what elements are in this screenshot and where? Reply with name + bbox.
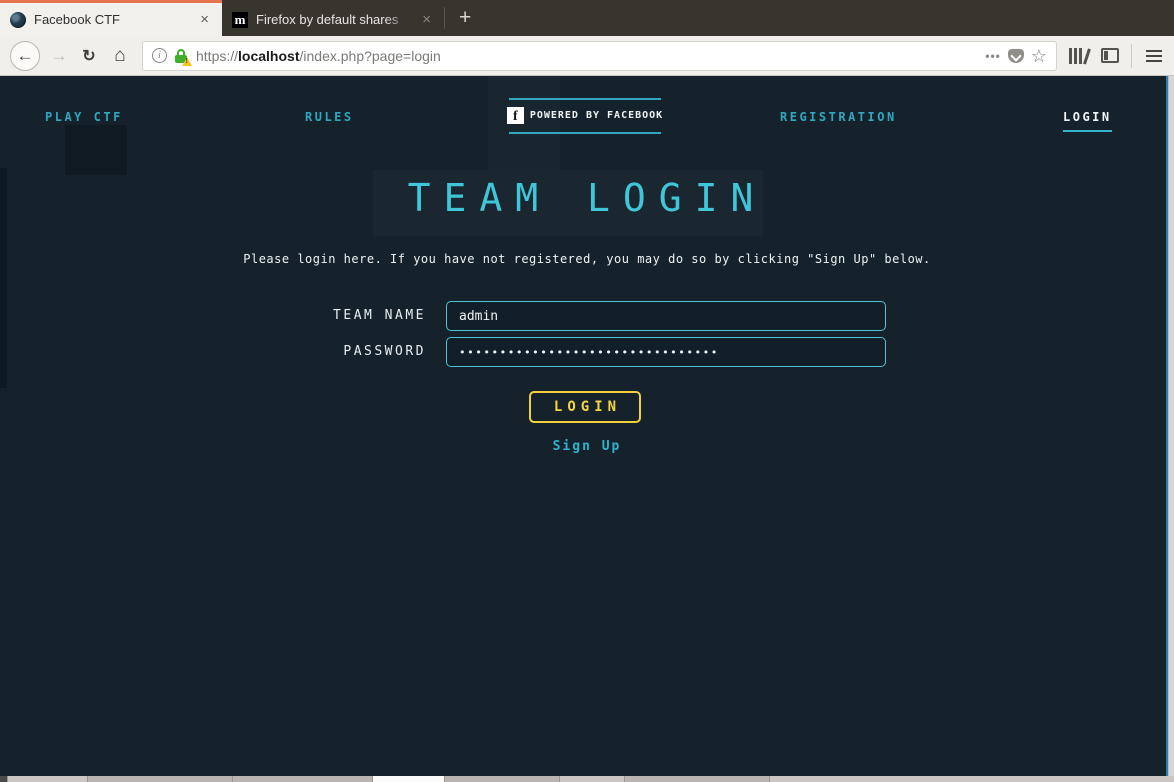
toolbar-separator [1131, 43, 1132, 68]
browser-tab-bar: Facebook CTF × m Firefox by default shar… [0, 0, 1174, 36]
sign-up-link[interactable]: Sign Up [0, 439, 1174, 454]
nav-play-ctf-link[interactable]: PLAY CTF [45, 110, 123, 124]
tab-facebook-ctf[interactable]: Facebook CTF × [0, 0, 222, 36]
tab-close-icon[interactable]: × [419, 11, 434, 28]
ctf-login-page: PLAY CTF RULES f POWERED BY FACEBOOK REG… [0, 76, 1174, 776]
back-button[interactable]: ← [10, 40, 40, 71]
url-text[interactable]: https://localhost/index.php?page=login [196, 48, 978, 64]
new-tab-button[interactable]: + [445, 0, 485, 36]
password-label: PASSWORD [343, 344, 426, 359]
nav-registration-link[interactable]: REGISTRATION [780, 110, 897, 124]
forward-button[interactable]: → [46, 41, 72, 71]
team-name-label: TEAM NAME [333, 308, 426, 323]
reload-button[interactable]: ↻ [76, 41, 102, 71]
globe-favicon-icon [10, 11, 26, 28]
powered-by-facebook-badge: f POWERED BY FACEBOOK [506, 98, 664, 134]
powered-by-label: POWERED BY FACEBOOK [529, 110, 664, 121]
window-right-edge [1168, 76, 1174, 776]
sidebar-toggle-icon[interactable] [1101, 48, 1119, 63]
login-description: Please login here. If you have not regis… [243, 252, 931, 266]
url-bar[interactable]: i https://localhost/index.php?page=login… [142, 40, 1057, 71]
page-title: TEAM LOGIN [407, 176, 767, 220]
tab-close-icon[interactable]: × [197, 11, 212, 28]
pocket-icon[interactable] [1007, 48, 1024, 63]
tab-firefox-default[interactable]: m Firefox by default shares × [222, 0, 444, 36]
page-actions-icon[interactable]: ••• [985, 49, 1001, 63]
browser-toolbar: ← → ↻ ⌂ i https://localhost/index.php?pa… [0, 36, 1174, 76]
team-name-input[interactable] [446, 301, 886, 331]
library-icon[interactable] [1067, 47, 1091, 64]
url-scheme: https:// [196, 47, 239, 64]
bookmark-star-icon[interactable]: ☆ [1031, 47, 1047, 65]
nav-login-link-active[interactable]: LOGIN [1063, 110, 1112, 132]
nav-rules-link[interactable]: RULES [305, 110, 354, 124]
url-host: localhost [238, 47, 300, 64]
password-input[interactable] [446, 337, 886, 367]
window-bottom-edge [0, 776, 1174, 782]
mozilla-favicon-icon: m [232, 11, 248, 28]
home-button[interactable]: ⌂ [106, 41, 134, 71]
facebook-icon: f [506, 107, 524, 124]
tab-title: Firefox by default shares [256, 12, 412, 27]
tab-title: Facebook CTF [34, 12, 120, 27]
url-path: /index.php?page=login [299, 47, 441, 64]
menu-hamburger-icon[interactable] [1144, 46, 1164, 66]
page-info-icon[interactable]: i [152, 48, 167, 63]
mixed-content-lock-icon[interactable] [174, 48, 192, 66]
background-map-patch [65, 125, 127, 175]
login-button[interactable]: LOGIN [529, 391, 641, 423]
